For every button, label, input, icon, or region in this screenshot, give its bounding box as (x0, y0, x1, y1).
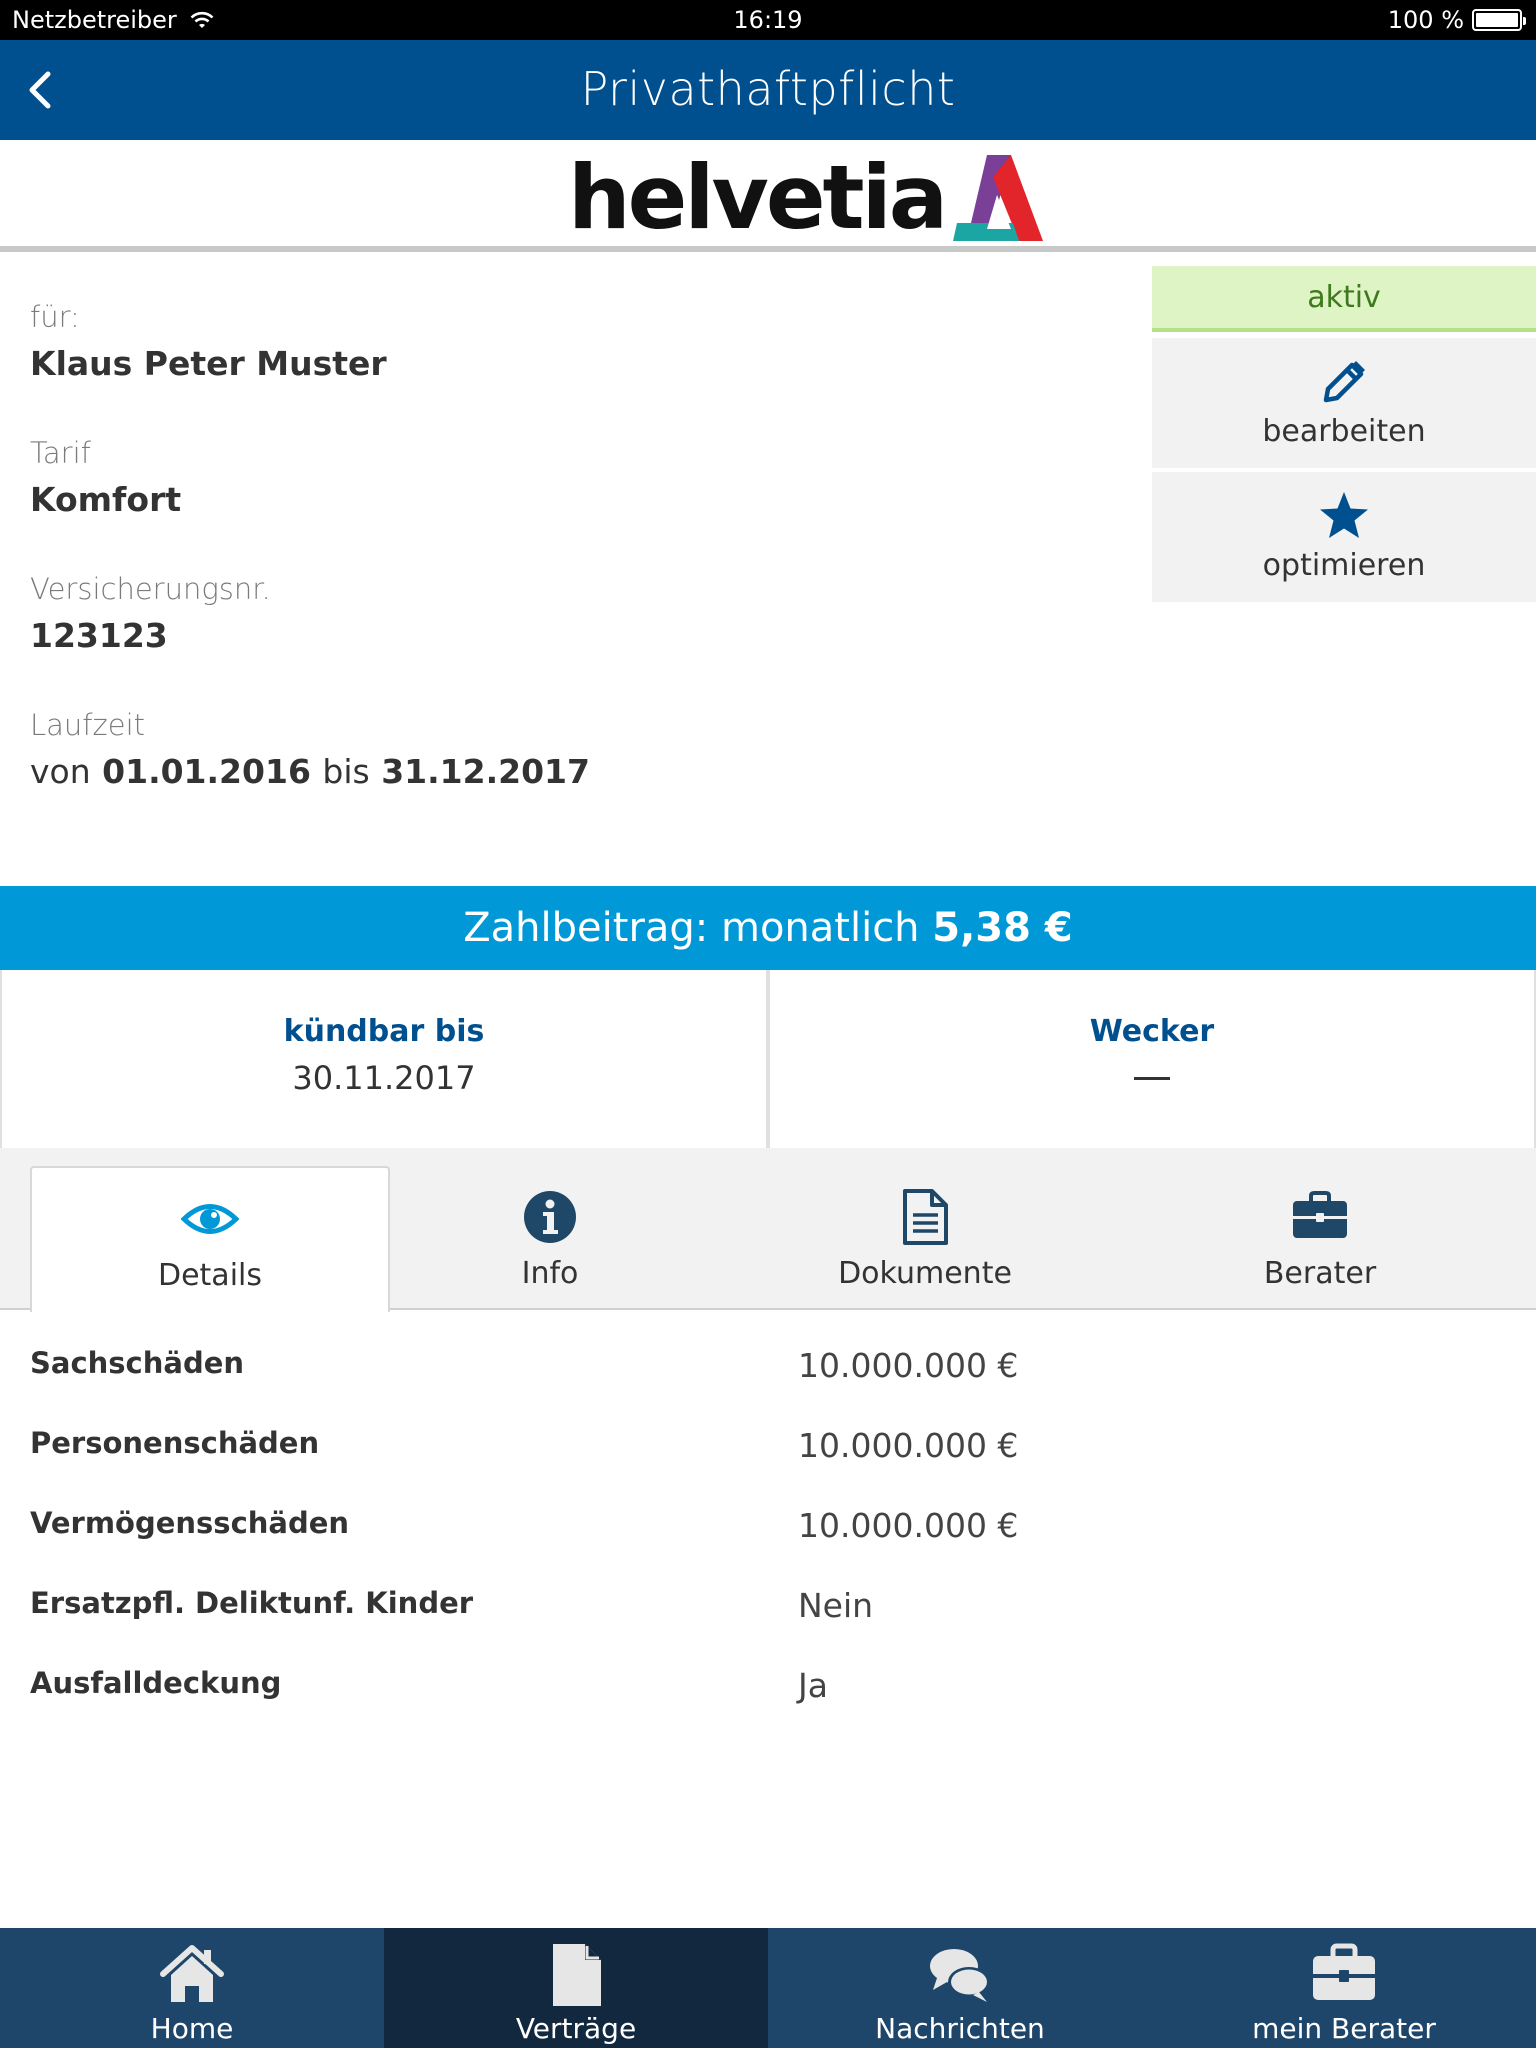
detail-value: 10.000.000 € (798, 1426, 1019, 1465)
tab-details[interactable]: Details (30, 1166, 390, 1312)
detail-key: Sachschäden (30, 1346, 245, 1380)
tab-info[interactable]: Info (390, 1166, 710, 1312)
detail-tabs: Details Info Dokumente Berater (0, 1148, 1536, 1312)
chat-icon (930, 1949, 990, 2002)
bottom-tab-advisor-label: mein Berater (1252, 2012, 1436, 2045)
eye-icon (181, 1204, 239, 1234)
holder-group: für: Klaus Peter Muster (30, 300, 1110, 436)
bottom-tab-contracts[interactable]: Verträge (384, 1928, 768, 2048)
document-icon (903, 1189, 948, 1245)
term-value: von 01.01.2016 bis 31.12.2017 (30, 752, 1110, 791)
policy-label: Versicherungsnr. (30, 572, 271, 606)
list-item: Vermögensschäden 10.000.000 € (30, 1486, 1510, 1566)
bottom-tab-advisor[interactable]: mein Berater (1152, 1928, 1536, 2048)
tab-advisor[interactable]: Berater (1160, 1166, 1480, 1312)
detail-key: Ersatzpfl. Deliktunf. Kinder (30, 1586, 474, 1620)
term-to-word: bis (322, 752, 370, 791)
alarm-label: Wecker (1089, 1014, 1215, 1049)
payment-amount: 5,38 € (932, 905, 1073, 951)
bottom-tab-home[interactable]: Home (0, 1928, 384, 2048)
payment-banner: Zahlbeitrag: monatlich 5,38 € (0, 886, 1536, 970)
clock: 16:19 (733, 6, 803, 34)
detail-key: Vermögensschäden (30, 1506, 350, 1540)
holder-value: Klaus Peter Muster (30, 344, 387, 383)
detail-value: Nein (798, 1586, 874, 1625)
detail-key: Ausfalldeckung (30, 1666, 282, 1700)
bottom-tab-messages-label: Nachrichten (875, 2012, 1045, 2045)
holder-label: für: (30, 300, 80, 334)
bottom-tab-bar: Home Verträge Nachrichten mein Berater (0, 1928, 1536, 2048)
tab-advisor-label: Berater (1263, 1256, 1377, 1291)
tariff-group: Tarif Komfort (30, 436, 1110, 572)
optimize-label: optimieren (1262, 548, 1426, 583)
bottom-tab-messages[interactable]: Nachrichten (768, 1928, 1152, 2048)
briefcase-icon (1313, 1943, 1375, 2000)
detail-value: Ja (798, 1666, 828, 1705)
page-title: Privathaftpflicht (580, 62, 956, 116)
payment-label: Zahlbeitrag: monatlich (463, 905, 920, 951)
tab-documents-label: Dokumente (838, 1256, 1012, 1291)
bottom-tab-contracts-label: Verträge (515, 2012, 637, 2045)
home-icon (160, 1945, 224, 2002)
term-from-date: 01.01.2016 (102, 752, 311, 791)
briefcase-icon (1293, 1191, 1347, 1238)
policy-group: Versicherungsnr. 123123 (30, 572, 1110, 708)
file-icon (553, 1944, 601, 2006)
cancel-date: 30.11.2017 (292, 1059, 476, 1097)
pencil-icon (1323, 361, 1365, 403)
details-list: Sachschäden 10.000.000 € Personenschäden… (30, 1326, 1510, 1726)
tariff-value: Komfort (30, 480, 182, 519)
detail-value: 10.000.000 € (798, 1506, 1019, 1545)
tab-documents[interactable]: Dokumente (770, 1166, 1080, 1312)
star-icon (1320, 492, 1368, 538)
info-cards: kündbar bis 30.11.2017 Wecker (0, 970, 1536, 1148)
battery-group: 100 % (1387, 6, 1526, 34)
cancel-label: kündbar bis (283, 1014, 485, 1049)
list-item: Ersatzpfl. Deliktunf. Kinder Nein (30, 1566, 1510, 1646)
policy-value: 123123 (30, 616, 168, 655)
edit-label: bearbeiten (1262, 414, 1426, 449)
term-label: Laufzeit (30, 708, 146, 742)
status-bar: Netzbetreiber 16:19 100 % (0, 0, 1536, 40)
contract-info: für: Klaus Peter Muster Tarif Komfort Ve… (30, 300, 1110, 844)
battery-percent: 100 % (1387, 6, 1464, 34)
tab-info-label: Info (521, 1256, 579, 1291)
status-badge: aktiv (1152, 266, 1536, 332)
brand-header: helvetia (0, 140, 1536, 252)
tariff-label: Tarif (30, 436, 91, 470)
tab-details-label: Details (157, 1258, 262, 1293)
cancel-card[interactable]: kündbar bis 30.11.2017 (0, 970, 768, 1148)
brand-logo: helvetia (568, 150, 1045, 246)
term-to-date: 31.12.2017 (381, 752, 590, 791)
edit-button[interactable]: bearbeiten (1152, 338, 1536, 468)
optimize-button[interactable]: optimieren (1152, 472, 1536, 602)
list-item: Sachschäden 10.000.000 € (30, 1326, 1510, 1406)
term-from-word: von (30, 752, 91, 791)
bottom-tab-home-label: Home (150, 2012, 234, 2045)
list-item: Ausfalldeckung Ja (30, 1646, 1510, 1726)
detail-value: 10.000.000 € (798, 1346, 1019, 1385)
nav-bar: Privathaftpflicht (0, 40, 1536, 140)
info-icon (524, 1191, 576, 1243)
detail-key: Personenschäden (30, 1426, 320, 1460)
brand-name: helvetia (568, 146, 948, 249)
list-item: Personenschäden 10.000.000 € (30, 1406, 1510, 1486)
battery-icon (1472, 9, 1526, 31)
helvetia-mark-icon (953, 155, 1044, 241)
term-group: Laufzeit von 01.01.2016 bis 31.12.2017 (30, 708, 1110, 844)
alarm-empty-dash (1134, 1077, 1170, 1080)
alarm-card[interactable]: Wecker (768, 970, 1536, 1148)
